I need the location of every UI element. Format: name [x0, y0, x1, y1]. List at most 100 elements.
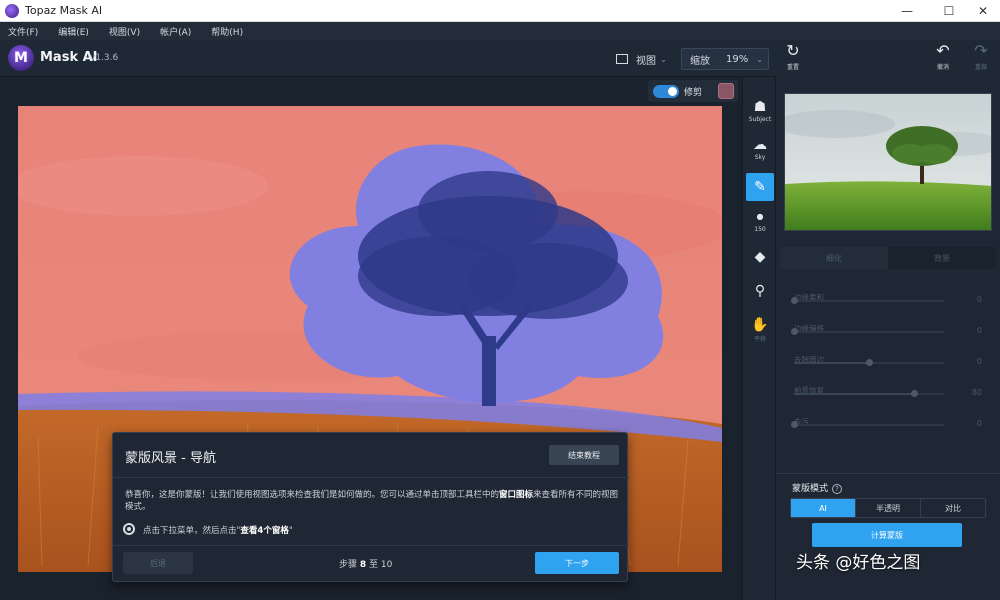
- slider-fill: [794, 393, 914, 395]
- mask-ai-logo-icon: M: [8, 45, 34, 71]
- brush-icon: ✎: [754, 179, 766, 195]
- subject-tool-label: Subject: [748, 116, 772, 123]
- mask-color-swatch[interactable]: [718, 83, 734, 99]
- divider: [113, 477, 629, 478]
- mask-mode-label: 蒙版模式: [792, 484, 829, 494]
- mask-mode-selector: AI 半透明 对比: [790, 498, 986, 518]
- menu-account[interactable]: 帐户(A): [160, 25, 191, 38]
- slider-fill: [794, 362, 869, 364]
- divider: [113, 545, 629, 546]
- dot-icon: ●: [756, 212, 764, 221]
- slider-knob[interactable]: [911, 390, 918, 397]
- view-mode-button[interactable]: 视图 ⌄: [616, 50, 676, 68]
- slider-value: 0: [976, 295, 982, 304]
- tab-background[interactable]: 背景: [888, 247, 996, 269]
- subject-tool[interactable]: ☗ Subject: [746, 99, 774, 123]
- fill-tool[interactable]: ◆: [746, 249, 774, 265]
- slider-row: 前景恢复 80: [794, 378, 984, 402]
- preview-thumbnail[interactable]: [784, 93, 992, 231]
- view-mode-label: 视图: [636, 55, 656, 67]
- minimize-button[interactable]: —: [884, 0, 930, 22]
- step-separator: 至: [369, 560, 379, 570]
- thumbnail-image: [785, 94, 991, 230]
- sky-tool[interactable]: ☁ Sky: [746, 137, 774, 161]
- slider-track[interactable]: [794, 331, 944, 333]
- brush-size[interactable]: ● 150: [746, 209, 774, 233]
- mask-mode-header: 蒙版模式?: [792, 481, 843, 494]
- app-icon: [5, 3, 19, 18]
- person-icon: ☗: [753, 99, 767, 115]
- slider-value: 0: [976, 419, 982, 428]
- end-tutorial-button[interactable]: 结束教程: [549, 445, 619, 465]
- slider-row: 去除暗边 0: [794, 347, 984, 371]
- zoom-label: 缩放: [690, 55, 710, 67]
- menu-bar: 文件(F) 编辑(E) 视图(V) 帐户(A) 帮助(H): [0, 22, 1000, 40]
- eyedropper-icon: ⚲: [754, 283, 766, 299]
- hint-text: 点击下拉菜单，然后点击": [143, 526, 241, 536]
- redo-icon: ↷: [974, 41, 988, 60]
- step-indicator: 步骤 8 至 10: [339, 557, 392, 570]
- slider-knob[interactable]: [866, 359, 873, 366]
- step-label: 步骤: [339, 560, 358, 570]
- tutorial-body: 恭喜你，这是你蒙版！让我们使用视图选项来检查我们是如何做的。您可以通过单击顶部工…: [125, 489, 619, 513]
- menu-file[interactable]: 文件(F): [8, 25, 38, 38]
- compute-mask-button[interactable]: 计算蒙版: [812, 523, 962, 547]
- slider-knob[interactable]: [791, 328, 798, 335]
- tab-refine[interactable]: 细化: [780, 247, 888, 269]
- eyedropper-tool[interactable]: ⚲: [746, 283, 774, 299]
- trim-toggle-box: 修剪: [648, 80, 738, 102]
- app-name: Mask AI: [40, 50, 98, 65]
- menu-help[interactable]: 帮助(H): [211, 25, 243, 38]
- redo-label: 重做: [974, 64, 987, 71]
- pan-tool[interactable]: ✋ 平移: [746, 317, 774, 343]
- tutorial-title: 蒙版风景 - 导航: [125, 451, 216, 466]
- reset-button[interactable]: ↻ 重置: [778, 42, 808, 76]
- hint-bold: 查看4个窗格: [240, 526, 289, 536]
- slider-track[interactable]: [794, 300, 944, 302]
- mask-mode-contrast[interactable]: 对比: [921, 499, 985, 517]
- watermark: 头条 @好色之图: [796, 553, 921, 573]
- zoom-select[interactable]: 缩放 19% ⌄: [681, 48, 769, 70]
- undo-button[interactable]: ↶ 撤消: [928, 42, 958, 76]
- tutorial-body-text: 恭喜你，这是你蒙版！让我们使用视图选项来检查我们是如何做的。您可以通过单击顶部工…: [125, 490, 500, 500]
- hand-icon: ✋: [751, 317, 769, 333]
- slider-row: 去污 0: [791, 409, 984, 433]
- undo-label: 撤消: [936, 64, 949, 71]
- tool-column: ☗ Subject ☁ Sky ✎ ● 150 ◆ ⚲ ✋ 平移: [742, 77, 776, 600]
- chevron-down-icon: ⌄: [756, 54, 763, 64]
- panel-tabs: 细化 背景: [780, 247, 996, 269]
- step-target-icon: [123, 523, 135, 535]
- paint-bucket-icon: ◆: [754, 249, 766, 265]
- redo-button[interactable]: ↷ 重做: [966, 42, 996, 76]
- next-button[interactable]: 下一步: [535, 552, 619, 574]
- hint-text-end: ": [288, 526, 293, 536]
- slider-knob[interactable]: [791, 421, 798, 428]
- title-bar: Topaz Mask AI — ☐ ✕: [0, 0, 1000, 22]
- brush-tool[interactable]: ✎: [746, 173, 774, 201]
- cloud-icon: ☁: [753, 137, 767, 153]
- help-icon[interactable]: ?: [832, 484, 843, 494]
- mask-mode-translucent[interactable]: 半透明: [856, 499, 921, 517]
- slider-value: 80: [971, 388, 982, 397]
- window-icon: [616, 54, 628, 64]
- close-button[interactable]: ✕: [960, 0, 1000, 22]
- menu-view[interactable]: 视图(V): [109, 25, 140, 38]
- right-panel: 细化 背景 边缘柔和 0 边缘偏移 0 去除暗边 0 前景恢复 80 去污 0 蒙版模式? AI …: [776, 77, 1000, 600]
- slider-knob[interactable]: [791, 297, 798, 304]
- undo-icon: ↶: [936, 41, 950, 60]
- slider-track[interactable]: [794, 424, 944, 426]
- app-version: v1.3.6: [90, 53, 119, 63]
- window-title: Topaz Mask AI: [25, 4, 103, 17]
- pan-tool-label: 平移: [753, 336, 766, 343]
- tutorial-hint: 点击下拉菜单，然后点击"查看4个窗格": [143, 524, 293, 536]
- back-button[interactable]: 后退: [123, 552, 193, 574]
- reset-icon: ↻: [786, 41, 800, 60]
- brush-size-value: 150: [754, 226, 766, 233]
- slider-value: 0: [976, 357, 982, 366]
- trim-toggle[interactable]: [653, 84, 679, 98]
- divider: [776, 473, 1000, 474]
- reset-label: 重置: [786, 64, 799, 71]
- mask-mode-ai[interactable]: AI: [791, 499, 856, 517]
- slider-row: 边缘柔和 0: [791, 285, 984, 309]
- menu-edit[interactable]: 编辑(E): [58, 25, 89, 38]
